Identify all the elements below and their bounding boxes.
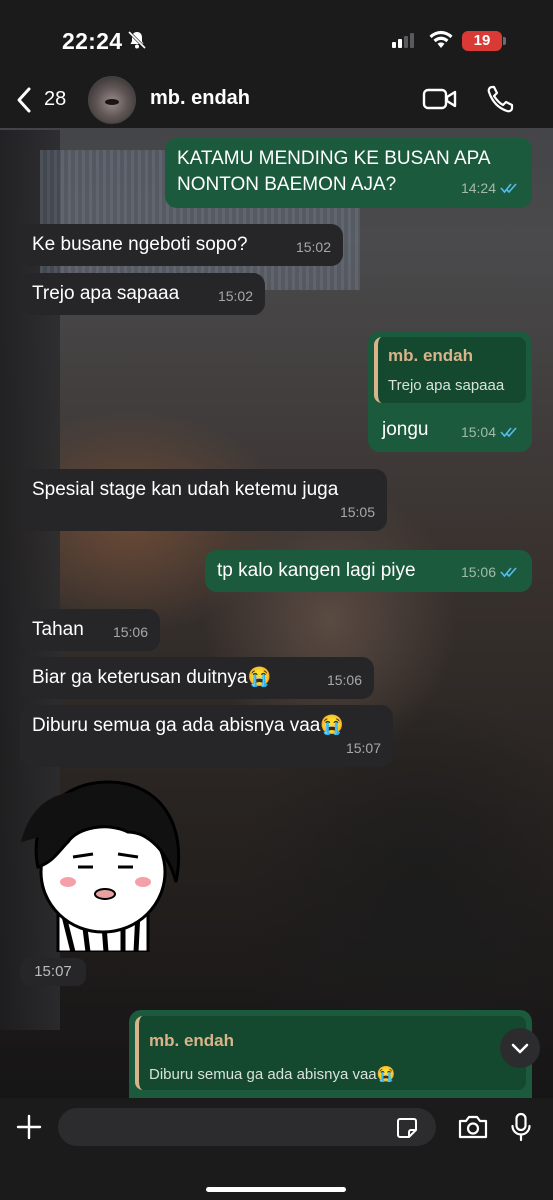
plus-icon[interactable]	[16, 1114, 42, 1140]
message-incoming[interactable]: Spesial stage kan udah ketemu juga 15:05	[20, 469, 387, 531]
message-text: tp kalo kangen lagi piye	[217, 560, 416, 581]
message-text: NONTON BAEMON AJA?	[177, 174, 397, 195]
message-outgoing[interactable]: tp kalo kangen lagi piye 15:06	[205, 550, 532, 592]
message-outgoing-reply[interactable]: mb. endah Diburu semua ga ada abisnya va…	[129, 1010, 532, 1098]
quoted-text: Trejo apa sapaaa	[388, 377, 505, 394]
status-time: 22:24	[62, 28, 123, 54]
quoted-message[interactable]: mb. endah Trejo apa sapaaa	[374, 337, 526, 403]
message-meta: 15:06	[461, 559, 520, 585]
read-receipt-icon	[500, 567, 517, 578]
message-time: 15:04	[460, 424, 496, 440]
message-meta: 14:24	[461, 175, 520, 201]
message-time: 15:06	[326, 672, 362, 688]
home-indicator	[206, 1187, 346, 1192]
message-text: Diburu semua ga ada abisnya vaa😭	[32, 715, 345, 736]
message-meta: 15:04	[461, 419, 520, 445]
message-text: Ke busane ngeboti sopo?	[32, 234, 248, 255]
message-text: jongu	[382, 419, 429, 440]
quoted-message[interactable]: mb. endah Diburu semua ga ada abisnya va…	[135, 1016, 526, 1090]
wifi-icon	[429, 30, 453, 48]
message-text: KATAMU MENDING KE BUSAN APA	[177, 148, 491, 169]
chevron-down-icon	[511, 1043, 529, 1054]
message-time: 15:06	[112, 624, 148, 640]
message-incoming[interactable]: Biar ga keterusan duitnya😭 15:06	[20, 657, 374, 699]
microphone-icon[interactable]	[510, 1112, 532, 1142]
message-text: Spesial stage kan udah ketemu juga	[32, 479, 339, 500]
silent-bell-icon	[127, 30, 147, 50]
battery-indicator: 19	[462, 31, 506, 51]
message-time: 14:24	[460, 180, 496, 196]
sticker-image[interactable]	[18, 772, 188, 952]
message-time: 15:07	[34, 963, 72, 980]
video-call-icon[interactable]	[422, 86, 458, 112]
quoted-text: Diburu semua ga ada abisnya vaa😭	[149, 1066, 396, 1083]
cellular-signal-icon	[392, 32, 414, 48]
read-receipt-icon	[500, 183, 517, 194]
message-time: 15:07	[345, 740, 381, 756]
chat-header: 28 mb. endah	[0, 72, 553, 128]
sticker-time: 15:07	[20, 958, 86, 986]
message-input[interactable]	[58, 1108, 436, 1146]
contact-avatar[interactable]	[88, 76, 136, 124]
scroll-to-bottom-button[interactable]	[500, 1028, 540, 1068]
camera-icon[interactable]	[457, 1114, 489, 1140]
contact-name[interactable]: mb. endah	[150, 87, 250, 110]
message-time: 15:05	[339, 504, 375, 520]
message-incoming[interactable]: Ke busane ngeboti sopo? 15:02	[20, 224, 343, 266]
message-composer	[0, 1098, 553, 1200]
message-text: Trejo apa sapaaa	[32, 283, 180, 304]
status-bar: 22:24 19	[0, 0, 553, 72]
message-incoming[interactable]: Tahan 15:06	[20, 609, 160, 651]
message-incoming[interactable]: Trejo apa sapaaa 15:02	[20, 273, 265, 315]
unread-count[interactable]: 28	[44, 88, 66, 111]
message-outgoing[interactable]: KATAMU MENDING KE BUSAN APA NONTON BAEMO…	[165, 138, 532, 208]
message-time: 15:02	[217, 288, 253, 304]
back-chevron-icon[interactable]	[14, 86, 34, 114]
message-outgoing-reply[interactable]: mb. endah Trejo apa sapaaa jongu 15:04	[368, 331, 532, 452]
quoted-sender: mb. endah	[388, 346, 474, 365]
message-text: Biar ga keterusan duitnya😭	[32, 667, 272, 688]
sticker-icon[interactable]	[396, 1117, 418, 1139]
message-text: Tahan	[32, 619, 84, 640]
phone-call-icon[interactable]	[486, 84, 514, 114]
read-receipt-icon	[500, 427, 517, 438]
quoted-sender: mb. endah	[149, 1031, 235, 1050]
message-time: 15:06	[460, 564, 496, 580]
message-time: 15:02	[295, 239, 331, 255]
message-incoming[interactable]: Diburu semua ga ada abisnya vaa😭 15:07	[20, 705, 393, 767]
